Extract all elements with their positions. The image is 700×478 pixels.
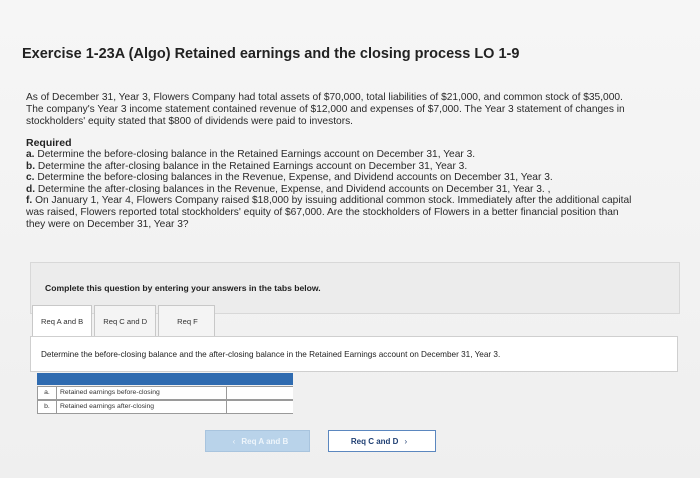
required-item-letter: d. — [26, 183, 36, 195]
required-item: f. On January 1, Year 4, Flowers Company… — [26, 195, 686, 207]
required-item-letter: c. — [26, 172, 35, 184]
prev-req-button[interactable]: ‹ Req A and B — [205, 430, 310, 452]
intro-line: As of December 31, Year 3, Flowers Compa… — [26, 92, 623, 103]
required-item-text: On January 1, Year 4, Flowers Company ra… — [35, 195, 632, 207]
answer-row-letter: a. — [38, 387, 57, 399]
intro-line: stockholders' equity stated that $800 of… — [26, 116, 354, 127]
tab-req-a-and-b[interactable]: Req A and B — [32, 305, 93, 336]
req-tabs: Req A and B Req C and D Req F — [32, 305, 217, 337]
tab-req-f[interactable]: Req F — [158, 305, 215, 336]
required-item-letter: f. — [26, 195, 33, 207]
intro-paragraph: As of December 31, Year 3, Flowers Compa… — [26, 92, 686, 128]
chevron-left-icon: ‹ — [232, 436, 236, 446]
retained-earnings-after-closing-input[interactable] — [226, 401, 293, 413]
next-req-label: Req C and D — [350, 436, 399, 446]
prev-req-label: Req A and B — [241, 436, 289, 446]
panel-prompt: Determine the before-closing balance and… — [41, 350, 501, 359]
required-list: a. Determine the before-closing balance … — [26, 149, 686, 230]
exercise-title: Exercise 1-23A (Algo) Retained earnings … — [22, 46, 520, 62]
answer-row-label: Retained earnings before-closing — [60, 389, 160, 396]
retained-earnings-before-closing-input[interactable] — [226, 387, 293, 399]
required-item-text: Determine the after-closing balances in … — [37, 183, 551, 195]
answer-row-label: Retained earnings after-closing — [60, 403, 155, 410]
required-item-text: Determine the before-closing balance in … — [37, 149, 476, 160]
required-item-text: Determine the before-closing balances in… — [37, 172, 553, 184]
intro-line: The company's Year 3 income statement co… — [26, 104, 625, 115]
tab-panel: Determine the before-closing balance and… — [30, 336, 678, 372]
required-heading: Required — [26, 137, 72, 149]
exercise-page: Exercise 1-23A (Algo) Retained earnings … — [0, 0, 700, 478]
answer-row: a. Retained earnings before-closing — [37, 386, 293, 400]
next-req-button[interactable]: Req C and D › — [328, 430, 436, 452]
chevron-right-icon: › — [404, 436, 408, 446]
answer-table-header — [37, 373, 293, 385]
required-item-continuation: was raised, Flowers reported total stock… — [26, 206, 619, 218]
instruction-text: Complete this question by entering your … — [45, 283, 321, 293]
tab-req-c-and-d[interactable]: Req C and D — [94, 305, 157, 336]
required-item: d. Determine the after-closing balances … — [26, 184, 686, 196]
required-item: c. Determine the before-closing balances… — [26, 172, 686, 184]
required-item-letter: b. — [26, 160, 36, 172]
answer-row-letter: b. — [38, 401, 57, 413]
required-item-text: Determine the after-closing balance in t… — [37, 160, 468, 172]
required-item: a. Determine the before-closing balance … — [26, 149, 686, 161]
answer-row: b. Retained earnings after-closing — [37, 400, 293, 414]
required-item: b. Determine the after-closing balance i… — [26, 161, 686, 173]
required-item-letter: a. — [26, 149, 35, 160]
required-item-continuation: they were on December 31, Year 3? — [26, 218, 189, 230]
